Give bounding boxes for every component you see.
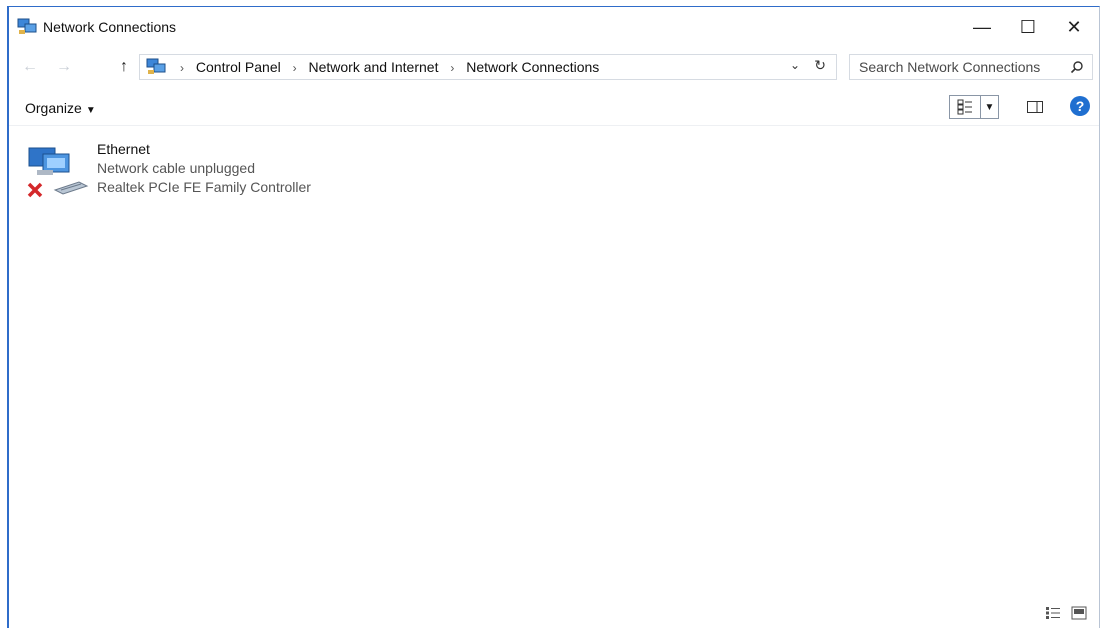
refresh-icon[interactable]: ↻ xyxy=(814,57,826,74)
breadcrumb: › Control Panel › Network and Internet ›… xyxy=(172,59,599,75)
up-arrow-icon[interactable]: ↑ xyxy=(113,57,135,77)
network-connections-icon xyxy=(17,18,37,34)
organize-button[interactable]: Organize ▼ xyxy=(25,100,96,116)
connection-status: Network cable unplugged xyxy=(97,160,255,176)
chevron-right-icon[interactable]: › xyxy=(293,61,297,75)
large-icons-layout-icon[interactable] xyxy=(1071,606,1087,620)
minimize-button[interactable]: — xyxy=(959,11,1005,43)
back-arrow-icon[interactable]: ← xyxy=(19,57,41,77)
title-bar[interactable]: Network Connections — ☐ ✕ xyxy=(9,7,1099,47)
command-bar: Organize ▼ ▼ ? xyxy=(9,91,1099,126)
forward-arrow-icon[interactable]: → xyxy=(53,57,75,77)
preview-pane-icon[interactable] xyxy=(1024,97,1046,117)
search-icon[interactable] xyxy=(1070,60,1084,74)
close-button[interactable]: ✕ xyxy=(1051,11,1097,43)
connection-device: Realtek PCIe FE Family Controller xyxy=(97,179,311,195)
caret-down-icon: ▼ xyxy=(85,105,96,116)
search-input[interactable]: Search Network Connections xyxy=(849,54,1093,80)
navigation-bar: ← → ↑ › Control Panel › Network and Inte… xyxy=(9,51,1099,83)
connection-name: Ethernet xyxy=(97,141,150,157)
chevron-down-icon[interactable]: ⌄ xyxy=(790,58,800,72)
network-adapter-disconnected-icon xyxy=(27,147,89,198)
chevron-right-icon[interactable]: › xyxy=(180,61,184,75)
breadcrumb-network-and-internet[interactable]: Network and Internet xyxy=(309,59,439,75)
address-bar[interactable]: › Control Panel › Network and Internet ›… xyxy=(139,54,837,80)
chevron-right-icon[interactable]: › xyxy=(450,61,454,75)
breadcrumb-network-connections[interactable]: Network Connections xyxy=(466,59,599,75)
connection-item-ethernet[interactable]: Ethernet Network cable unplugged Realtek… xyxy=(25,138,355,204)
window-title: Network Connections xyxy=(43,19,177,35)
control-panel-icon xyxy=(146,58,166,74)
organize-label: Organize xyxy=(25,100,82,116)
help-icon[interactable]: ? xyxy=(1070,96,1090,116)
maximize-button[interactable]: ☐ xyxy=(1005,11,1051,43)
view-dropdown-icon[interactable]: ▼ xyxy=(981,96,998,118)
search-placeholder: Search Network Connections xyxy=(859,59,1041,75)
details-layout-icon[interactable] xyxy=(1045,606,1061,620)
change-view-button[interactable]: ▼ xyxy=(949,95,999,119)
details-view-icon[interactable] xyxy=(950,96,981,118)
network-connections-window: Network Connections — ☐ ✕ ← → ↑ › Contro… xyxy=(7,6,1100,628)
breadcrumb-control-panel[interactable]: Control Panel xyxy=(196,59,281,75)
view-toggle xyxy=(1045,606,1087,620)
